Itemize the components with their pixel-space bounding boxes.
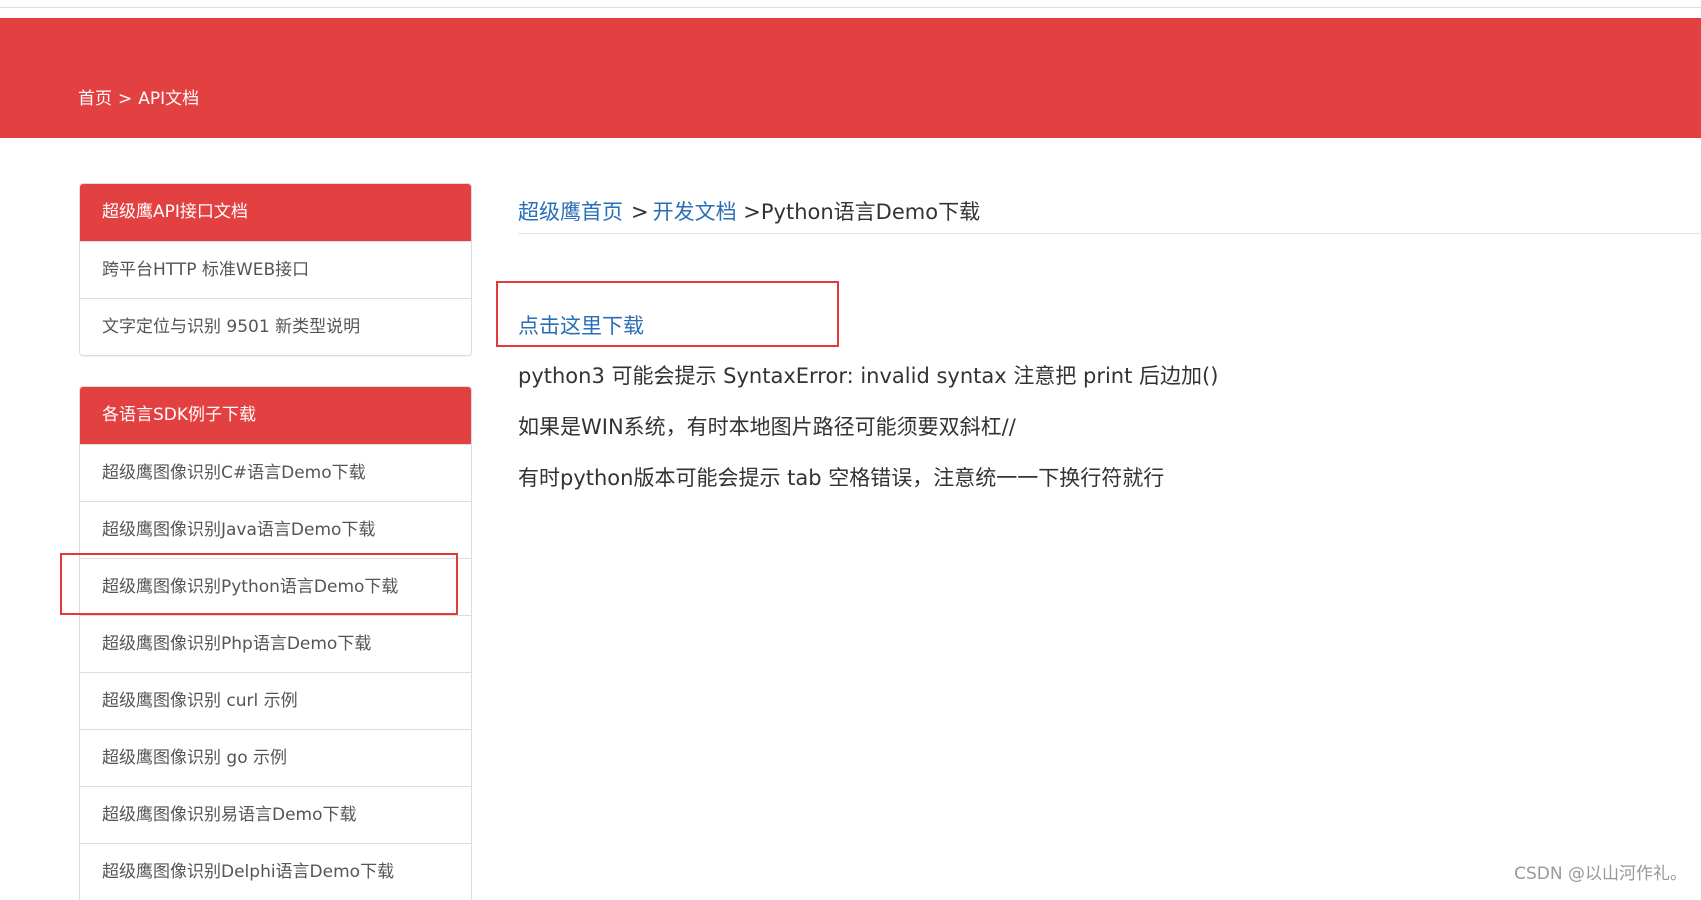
top-divider <box>0 7 1701 8</box>
sidebar-item-csharp-demo[interactable]: 超级鹰图像识别C#语言Demo下载 <box>80 444 471 501</box>
banner-breadcrumb-home[interactable]: 首页 <box>78 89 112 109</box>
banner-breadcrumb-separator: > <box>118 89 133 109</box>
breadcrumb-docs-link[interactable]: 开发文档 <box>653 200 737 224</box>
breadcrumb-separator: > <box>631 200 649 224</box>
breadcrumb-current: >Python语言Demo下载 <box>743 200 981 224</box>
sidebar-item-python-demo[interactable]: 超级鹰图像识别Python语言Demo下载 <box>80 558 471 615</box>
breadcrumb-home-link[interactable]: 超级鹰首页 <box>518 200 623 224</box>
note-python3-syntax: python3 可能会提示 SyntaxError: invalid synta… <box>518 364 1219 388</box>
sidebar-item-http-web-api[interactable]: 跨平台HTTP 标准WEB接口 <box>80 241 471 298</box>
sidebar-item-java-demo[interactable]: 超级鹰图像识别Java语言Demo下载 <box>80 501 471 558</box>
sidebar-item-php-demo[interactable]: 超级鹰图像识别Php语言Demo下载 <box>80 615 471 672</box>
header-banner: 首页 > API文档 <box>0 18 1701 138</box>
content-breadcrumb: 超级鹰首页 > 开发文档 >Python语言Demo下载 <box>518 196 980 226</box>
sidebar-panel-api-docs: 超级鹰API接口文档 跨平台HTTP 标准WEB接口 文字定位与识别 9501 … <box>79 183 472 356</box>
sidebar-item-delphi-demo[interactable]: 超级鹰图像识别Delphi语言Demo下载 <box>80 843 471 900</box>
content-divider <box>518 233 1701 234</box>
sidebar-item-9501-text-location[interactable]: 文字定位与识别 9501 新类型说明 <box>80 298 471 355</box>
banner-breadcrumb: 首页 > API文档 <box>78 84 199 109</box>
banner-breadcrumb-current: API文档 <box>138 89 200 109</box>
note-tab-space: 有时python版本可能会提示 tab 空格错误，注意统一一下换行符就行 <box>518 466 1165 490</box>
sidebar-item-curl-example[interactable]: 超级鹰图像识别 curl 示例 <box>80 672 471 729</box>
sidebar-item-go-example[interactable]: 超级鹰图像识别 go 示例 <box>80 729 471 786</box>
sidebar-panel-title: 各语言SDK例子下载 <box>80 387 471 444</box>
watermark: CSDN @以山河作礼。 <box>1514 864 1687 884</box>
sidebar-panel-sdk-downloads: 各语言SDK例子下载 超级鹰图像识别C#语言Demo下载 超级鹰图像识别Java… <box>79 386 472 900</box>
sidebar-item-easy-language-demo[interactable]: 超级鹰图像识别易语言Demo下载 <box>80 786 471 843</box>
sidebar: 超级鹰API接口文档 跨平台HTTP 标准WEB接口 文字定位与识别 9501 … <box>79 183 472 900</box>
download-link[interactable]: 点击这里下载 <box>518 310 644 340</box>
sidebar-panel-title: 超级鹰API接口文档 <box>80 184 471 241</box>
note-windows-path: 如果是WIN系统，有时本地图片路径可能须要双斜杠// <box>518 415 1016 439</box>
